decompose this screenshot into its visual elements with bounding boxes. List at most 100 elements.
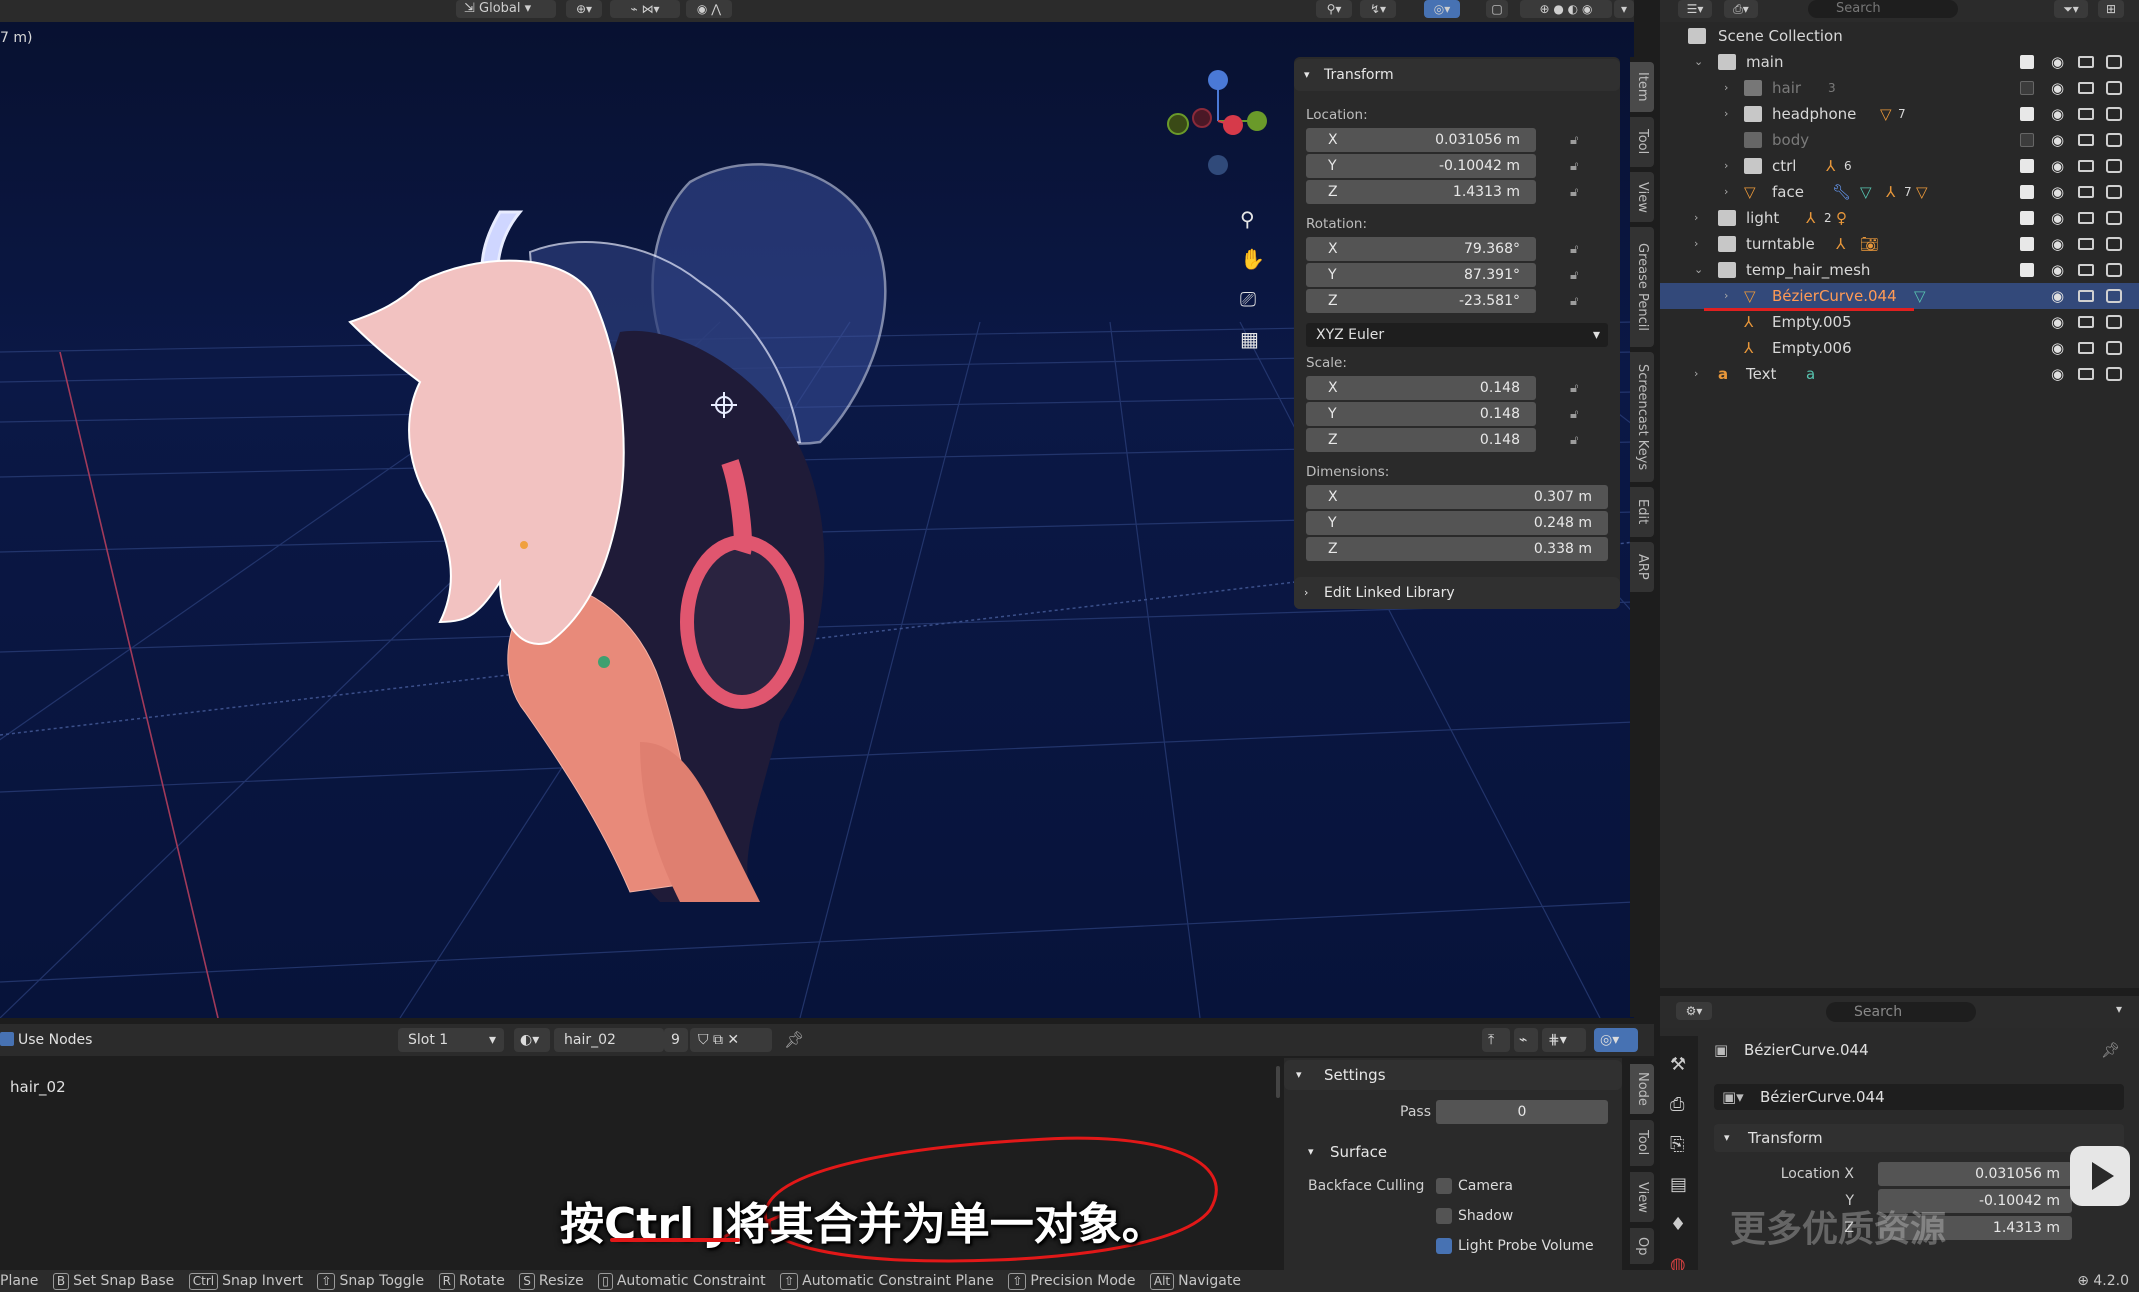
perspective-grid-icon[interactable]: ▦: [1240, 327, 1259, 351]
viewport-icon[interactable]: [2078, 82, 2094, 94]
shadow-checkbox[interactable]: [1436, 1208, 1452, 1224]
y-axis-handle[interactable]: [1247, 111, 1267, 131]
shading-options-icon[interactable]: ▾: [1614, 0, 1634, 18]
viewport-icon[interactable]: [2078, 108, 2094, 120]
exclude-checkbox[interactable]: [2020, 133, 2034, 147]
tab-tool[interactable]: Tool: [1630, 1120, 1654, 1166]
chevron-right-icon[interactable]: ›: [1724, 283, 1728, 309]
scale-x-field[interactable]: X 0.148: [1306, 376, 1536, 400]
snap-icon[interactable]: ⌁ ⋈▾: [610, 0, 680, 18]
location-z-field[interactable]: Z 1.4313 m: [1306, 180, 1536, 204]
scene-collection-row[interactable]: Scene Collection: [1660, 23, 2139, 49]
outliner-row-hair[interactable]: › hair 3 ◉: [1660, 75, 2139, 101]
exclude-checkbox[interactable]: [2020, 81, 2034, 95]
exclude-checkbox[interactable]: [2020, 211, 2034, 225]
tab-view[interactable]: View: [1630, 172, 1654, 222]
x-axis-handle[interactable]: [1223, 115, 1243, 135]
eye-icon[interactable]: ◉: [2051, 179, 2064, 205]
chevron-right-icon[interactable]: ›: [1694, 205, 1698, 231]
output-tab-icon[interactable]: ⎘: [1670, 1134, 1684, 1155]
viewport-icon[interactable]: [2078, 134, 2094, 146]
render-icon[interactable]: [2106, 341, 2122, 355]
pass-index-field[interactable]: 0: [1436, 1100, 1608, 1124]
chevron-right-icon[interactable]: ›: [1694, 361, 1698, 387]
outliner-row-temp-hair-mesh[interactable]: ⌄ temp_hair_mesh ◉: [1660, 257, 2139, 283]
use-nodes-toggle[interactable]: Use Nodes: [0, 1032, 92, 1048]
outliner-row-main[interactable]: ⌄ main ◉: [1660, 49, 2139, 75]
eye-icon[interactable]: ◉: [2051, 75, 2064, 101]
transform-panel-header[interactable]: ▾ Transform: [1294, 59, 1620, 91]
material-browse-icon[interactable]: ◐▾: [514, 1028, 550, 1052]
eye-icon[interactable]: ◉: [2051, 205, 2064, 231]
video-play-icon[interactable]: [2070, 1146, 2130, 1206]
pan-hand-icon[interactable]: ✋: [1240, 247, 1265, 271]
render-icon[interactable]: [2106, 315, 2122, 329]
surface-header[interactable]: ▾ Surface: [1308, 1138, 1608, 1166]
outliner-row-body[interactable]: body ◉: [1660, 127, 2139, 153]
render-icon[interactable]: [2106, 55, 2122, 69]
pin-icon[interactable]: 📌︎: [784, 1030, 804, 1049]
use-nodes-checkbox[interactable]: [0, 1032, 14, 1046]
outliner-row-empty-006[interactable]: ⅄ Empty.006 ◉: [1660, 335, 2139, 361]
render-icon[interactable]: [2106, 81, 2122, 95]
lock-icon[interactable]: 🔓︎: [1570, 407, 1588, 422]
chevron-down-icon[interactable]: ▾: [2116, 1002, 2122, 1016]
outliner-row-empty-005[interactable]: ⅄ Empty.005 ◉: [1660, 309, 2139, 335]
chevron-right-icon[interactable]: ›: [1724, 153, 1728, 179]
xray-icon[interactable]: ▢: [1486, 0, 1508, 18]
overlay-icon[interactable]: ◎▾: [1594, 1028, 1638, 1052]
light-probe-volume-checkbox[interactable]: [1436, 1238, 1452, 1254]
viewport-icon[interactable]: [2078, 56, 2094, 68]
viewport-icon[interactable]: [2078, 316, 2094, 328]
outliner-row-text[interactable]: › a Text a ◉: [1660, 361, 2139, 387]
editor-type-icon[interactable]: ⚙▾: [1676, 1002, 1712, 1020]
dimensions-z-field[interactable]: Z 0.338 m: [1306, 537, 1608, 561]
outliner-row-light[interactable]: › light ⅄ 2 ♀ ◉: [1660, 205, 2139, 231]
viewport-icon[interactable]: [2078, 342, 2094, 354]
eye-icon[interactable]: ◉: [2051, 309, 2064, 335]
tab-item[interactable]: Item: [1630, 62, 1654, 112]
render-icon[interactable]: [2106, 367, 2122, 381]
pivot-icon[interactable]: ⊕▾: [566, 0, 602, 18]
render-icon[interactable]: [2106, 211, 2122, 225]
transform-section-header[interactable]: ▾ Transform: [1714, 1124, 2124, 1152]
lock-icon[interactable]: 🔓︎: [1570, 159, 1588, 174]
render-icon[interactable]: [2106, 133, 2122, 147]
overlay-icon[interactable]: ◎▾: [1424, 0, 1460, 18]
rotation-x-field[interactable]: X 79.368°: [1306, 237, 1536, 261]
neg-x-axis-handle[interactable]: [1192, 108, 1212, 128]
chevron-right-icon[interactable]: ›: [1724, 75, 1728, 101]
location-x-field[interactable]: X 0.031056 m: [1306, 128, 1536, 152]
eye-icon[interactable]: ◉: [2051, 231, 2064, 257]
tool-tab-icon[interactable]: ⚒: [1670, 1054, 1686, 1075]
tab-view[interactable]: View: [1630, 1172, 1654, 1222]
filter-icon[interactable]: ⏷▾: [2054, 0, 2088, 18]
material-user-count[interactable]: 9: [664, 1028, 688, 1052]
neg-y-axis-handle[interactable]: [1167, 113, 1189, 135]
exclude-checkbox[interactable]: [2020, 55, 2034, 69]
settings-header[interactable]: ▾ Settings: [1284, 1060, 1622, 1090]
eye-icon[interactable]: ◉: [2051, 283, 2064, 309]
tab-arp[interactable]: ARP: [1630, 542, 1654, 592]
eye-icon[interactable]: ◉: [2051, 127, 2064, 153]
material-actions-icons[interactable]: ⛉ ⧉ ✕: [690, 1028, 772, 1052]
outliner-search-input[interactable]: Search: [1808, 0, 1958, 18]
edit-linked-library-header[interactable]: › Edit Linked Library: [1294, 577, 1620, 609]
lock-icon[interactable]: 🔓︎: [1570, 242, 1588, 257]
chevron-down-icon[interactable]: ⌄: [1694, 49, 1703, 75]
viewport-icon[interactable]: [2078, 160, 2094, 172]
lock-icon[interactable]: 🔓︎: [1570, 294, 1588, 309]
viewport-icon[interactable]: [2078, 368, 2094, 380]
render-icon[interactable]: [2106, 159, 2122, 173]
parent-node-icon[interactable]: ⤒: [1482, 1028, 1510, 1052]
camera-view-icon[interactable]: ⎚: [1240, 287, 1256, 311]
outliner-row-turntable[interactable]: › turntable ⅄ 📷︎ ◉: [1660, 231, 2139, 257]
visibility-icon[interactable]: ⚲▾: [1316, 0, 1352, 18]
tab-edit[interactable]: Edit: [1630, 487, 1654, 537]
rotation-y-field[interactable]: Y 87.391°: [1306, 263, 1536, 287]
editor-type-icon[interactable]: ☰▾: [1678, 0, 1712, 18]
lock-icon[interactable]: 🔓︎: [1570, 268, 1588, 283]
render-icon[interactable]: [2106, 237, 2122, 251]
gizmo-icon[interactable]: ↯▾: [1360, 0, 1396, 18]
render-icon[interactable]: [2106, 185, 2122, 199]
